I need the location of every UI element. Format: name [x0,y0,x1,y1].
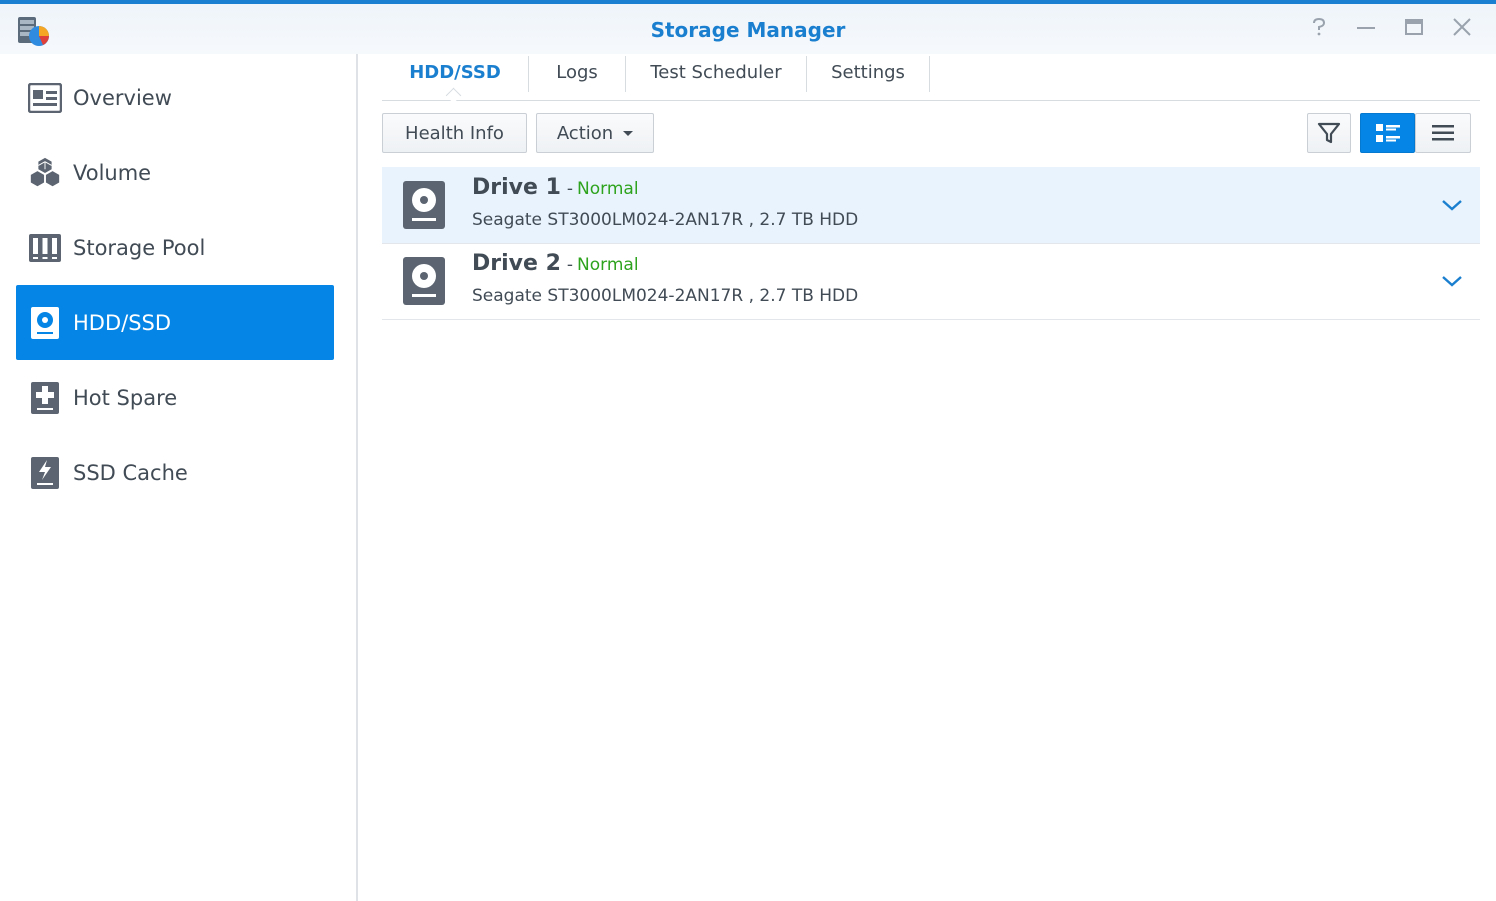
drive-row-1[interactable]: Drive 1- Normal Seagate ST3000LM024-2AN17… [382,167,1480,244]
overview-icon [28,81,62,115]
maximize-icon[interactable] [1400,16,1428,44]
tab-settings[interactable]: Settings [807,54,929,98]
drive-status: Normal [577,255,639,275]
drive-description: Seagate ST3000LM024-2AN17R , 2.7 TB HDD [472,210,859,230]
tab-logs[interactable]: Logs [529,54,625,98]
storage-manager-window: Storage Manager Overview Volume Storage … [0,0,1496,901]
sidebar-item-hot-spare[interactable]: Hot Spare [16,360,334,435]
hdd-icon [403,257,445,305]
filter-button[interactable] [1307,113,1351,153]
chevron-down-icon[interactable] [1440,193,1464,217]
action-dropdown-button[interactable]: Action [536,113,654,153]
drive-name: Drive 1 [472,175,561,200]
chevron-down-icon[interactable] [1440,269,1464,293]
drive-row-2[interactable]: Drive 2- Normal Seagate ST3000LM024-2AN17… [382,243,1480,320]
caret-down-icon [623,130,634,136]
list-view-button[interactable] [1415,113,1471,153]
tab-test-scheduler[interactable]: Test Scheduler [626,54,806,98]
sidebar-item-label: HDD/SSD [73,310,172,335]
list-icon [1432,125,1454,141]
help-icon[interactable] [1305,16,1333,44]
hdd-icon [28,306,62,340]
main-panel: HDD/SSD Logs Test Scheduler Settings Hea… [358,54,1496,901]
drive-name: Drive 2 [472,251,561,276]
health-info-button[interactable]: Health Info [382,113,527,153]
sidebar-item-volume[interactable]: Volume [16,135,334,210]
tab-divider [929,56,930,92]
drive-title: Drive 1- Normal [472,175,639,200]
drive-separator: - [566,255,574,275]
title-bar[interactable]: Storage Manager [0,4,1496,54]
volume-icon [28,156,62,190]
hot-spare-icon [28,381,62,415]
sidebar-item-label: Overview [73,85,172,110]
sidebar: Overview Volume Storage Pool HDD/SSD Hot… [0,54,358,901]
sidebar-item-label: Storage Pool [73,235,206,260]
detail-list-icon [1375,124,1400,142]
detail-view-button[interactable] [1360,113,1415,153]
drive-separator: - [566,179,574,199]
close-icon[interactable] [1448,16,1476,44]
drive-status: Normal [577,179,639,199]
sidebar-item-label: Hot Spare [73,385,178,410]
window-title: Storage Manager [650,18,846,42]
sidebar-item-ssd-cache[interactable]: SSD Cache [16,435,334,510]
filter-icon [1317,122,1341,144]
sidebar-item-storage-pool[interactable]: Storage Pool [16,210,334,285]
storage-pool-icon [28,231,62,265]
drive-title: Drive 2- Normal [472,251,639,276]
ssd-cache-icon [28,456,62,490]
sidebar-item-overview[interactable]: Overview [16,60,334,135]
hdd-icon [403,181,445,229]
sidebar-item-label: Volume [73,160,152,185]
action-label: Action [556,122,614,144]
minimize-icon[interactable] [1352,16,1380,44]
sidebar-item-label: SSD Cache [73,460,188,485]
drive-description: Seagate ST3000LM024-2AN17R , 2.7 TB HDD [472,286,859,306]
tab-bar: HDD/SSD Logs Test Scheduler Settings [382,54,1480,104]
sidebar-item-hdd-ssd[interactable]: HDD/SSD [16,285,334,360]
health-info-label: Health Info [405,122,504,144]
